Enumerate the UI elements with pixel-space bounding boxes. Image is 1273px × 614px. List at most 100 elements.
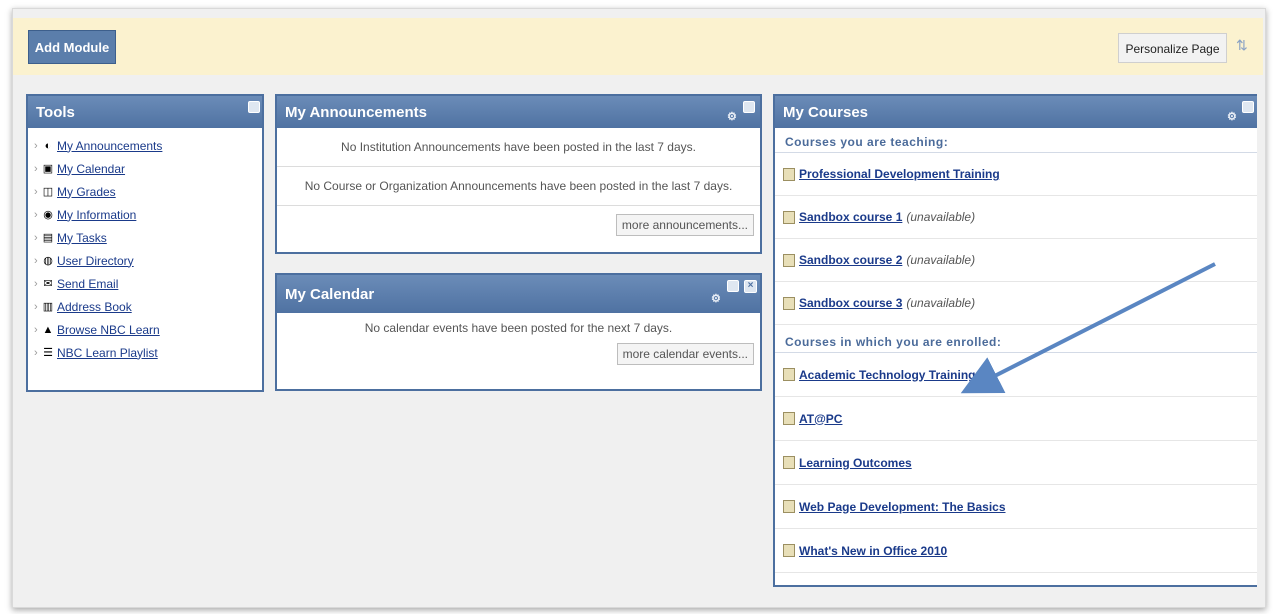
course-link[interactable]: Sandbox course 2 bbox=[799, 253, 902, 267]
teaching-heading: Courses you are teaching: bbox=[775, 128, 1257, 153]
minimize-icon[interactable] bbox=[1242, 101, 1254, 113]
course-row: Web Page Development: The Basics bbox=[775, 485, 1257, 529]
settings-icon[interactable]: ⚙ bbox=[711, 279, 721, 319]
minimize-icon[interactable] bbox=[248, 101, 260, 113]
book-icon bbox=[783, 210, 795, 224]
teaching-course-list: Professional Development Training Sandbox… bbox=[775, 153, 1257, 325]
tools-item-link[interactable]: My Grades bbox=[57, 185, 116, 199]
course-row: Sandbox course 1 (unavailable) bbox=[775, 196, 1257, 239]
settings-icon[interactable]: ⚙ bbox=[1227, 100, 1237, 134]
reorder-icon[interactable]: ⇅ bbox=[1236, 37, 1248, 54]
tools-item-link[interactable]: My Information bbox=[57, 208, 136, 222]
minimize-icon[interactable] bbox=[743, 101, 755, 113]
directory-icon: ◍ bbox=[43, 254, 53, 267]
tools-item[interactable]: › ▤ My Tasks bbox=[28, 226, 262, 249]
announcements-module-title: My Announcements bbox=[285, 104, 427, 121]
email-icon: ✉ bbox=[43, 277, 53, 290]
tools-item-link[interactable]: Browse NBC Learn bbox=[57, 323, 160, 337]
course-status: (unavailable) bbox=[906, 253, 976, 267]
course-row: Professional Development Training bbox=[775, 153, 1257, 196]
tools-item[interactable]: › ▲ Browse NBC Learn bbox=[28, 318, 262, 341]
course-link[interactable]: Professional Development Training bbox=[799, 167, 1000, 181]
course-link[interactable]: What's New in Office 2010 bbox=[799, 544, 947, 558]
tools-module-header: Tools bbox=[28, 96, 262, 128]
chevron-right-icon: › bbox=[34, 300, 38, 313]
information-icon: ◉ bbox=[43, 208, 53, 221]
courses-module-header: My Courses ⚙ bbox=[775, 96, 1257, 128]
tools-item-link[interactable]: Address Book bbox=[57, 300, 132, 314]
tools-item[interactable]: › ▥ Address Book bbox=[28, 295, 262, 318]
chevron-right-icon: › bbox=[34, 231, 38, 244]
tasks-icon: ▤ bbox=[42, 231, 54, 244]
calendar-module-header: My Calendar ⚙ × bbox=[277, 275, 760, 313]
enrolled-course-list: Academic Technology Training AT@PC Learnin… bbox=[775, 353, 1257, 573]
grades-icon: ◫ bbox=[42, 185, 54, 198]
tools-item[interactable]: › ☰ NBC Learn Playlist bbox=[28, 341, 262, 364]
tools-item-link[interactable]: My Announcements bbox=[57, 139, 162, 153]
course-status: (unavailable) bbox=[906, 296, 976, 310]
tools-item[interactable]: › ▣ My Calendar bbox=[28, 157, 262, 180]
address-book-icon: ▥ bbox=[42, 300, 54, 313]
course-link[interactable]: Web Page Development: The Basics bbox=[799, 500, 1006, 514]
course-link[interactable]: Learning Outcomes bbox=[799, 456, 912, 470]
course-row: Sandbox course 3 (unavailable) bbox=[775, 282, 1257, 325]
course-row: What's New in Office 2010 bbox=[775, 529, 1257, 573]
announcement-icon: ◐ bbox=[44, 139, 52, 152]
tools-item[interactable]: › ✉ Send Email bbox=[28, 272, 262, 295]
course-row: Academic Technology Training bbox=[775, 353, 1257, 397]
tools-item[interactable]: › ◉ My Information bbox=[28, 203, 262, 226]
add-module-button[interactable]: Add Module bbox=[28, 30, 116, 64]
personalize-page-button[interactable]: Personalize Page bbox=[1118, 33, 1227, 63]
tools-item[interactable]: › ◫ My Grades bbox=[28, 180, 262, 203]
tools-item-link[interactable]: My Calendar bbox=[57, 162, 125, 176]
course-row: Sandbox course 2 (unavailable) bbox=[775, 239, 1257, 282]
course-link[interactable]: Academic Technology Training bbox=[799, 368, 975, 382]
tools-item[interactable]: › ◍ User Directory bbox=[28, 249, 262, 272]
module-toolbar bbox=[13, 18, 1263, 75]
tools-module-title: Tools bbox=[36, 104, 75, 121]
course-row: AT@PC bbox=[775, 397, 1257, 441]
close-icon[interactable]: × bbox=[744, 280, 757, 293]
tools-item-link[interactable]: NBC Learn Playlist bbox=[57, 346, 158, 360]
chevron-right-icon: › bbox=[34, 254, 38, 267]
enrolled-heading: Courses in which you are enrolled: bbox=[775, 325, 1257, 353]
course-row: Learning Outcomes bbox=[775, 441, 1257, 485]
book-icon bbox=[783, 296, 795, 310]
more-announcements-button[interactable]: more announcements... bbox=[615, 214, 754, 236]
course-link[interactable]: Sandbox course 1 bbox=[799, 210, 902, 224]
announcements-module: My Announcements ⚙ No Institution Announ… bbox=[275, 94, 762, 254]
tools-list: › ◐ My Announcements › ▣ My Calendar › ◫ My Grad… bbox=[28, 128, 262, 364]
more-calendar-events-button[interactable]: more calendar events... bbox=[616, 343, 754, 365]
announcements-module-header: My Announcements ⚙ bbox=[277, 96, 760, 128]
chevron-right-icon: › bbox=[34, 139, 38, 152]
courses-module: My Courses ⚙ Courses you are teaching: P… bbox=[773, 94, 1257, 587]
tools-item-link[interactable]: User Directory bbox=[57, 254, 134, 268]
chevron-right-icon: › bbox=[34, 185, 38, 198]
course-link[interactable]: AT@PC bbox=[799, 412, 842, 426]
book-icon bbox=[783, 253, 795, 267]
playlist-icon: ☰ bbox=[43, 346, 53, 359]
minimize-icon[interactable] bbox=[727, 280, 739, 292]
chevron-right-icon: › bbox=[34, 323, 38, 336]
nbc-icon: ▲ bbox=[42, 323, 54, 336]
book-icon bbox=[783, 500, 795, 513]
institution-announcements-text: No Institution Announcements have been p… bbox=[277, 128, 760, 167]
chevron-right-icon: › bbox=[34, 346, 38, 359]
calendar-empty-text: No calendar events have been posted for … bbox=[364, 321, 673, 335]
calendar-icon: ▣ bbox=[42, 162, 54, 175]
book-icon bbox=[783, 544, 795, 557]
calendar-module: My Calendar ⚙ × No calendar events have … bbox=[275, 273, 762, 391]
course-link[interactable]: Sandbox course 3 bbox=[799, 296, 902, 310]
tools-item-link[interactable]: Send Email bbox=[57, 277, 118, 291]
course-status: (unavailable) bbox=[906, 210, 976, 224]
chevron-right-icon: › bbox=[34, 208, 38, 221]
tools-module: Tools › ◐ My Announcements › ▣ My Calendar › ◫ M… bbox=[26, 94, 264, 392]
tools-item-link[interactable]: My Tasks bbox=[57, 231, 107, 245]
tools-item[interactable]: › ◐ My Announcements bbox=[28, 134, 262, 157]
chevron-right-icon: › bbox=[34, 162, 38, 175]
book-icon bbox=[783, 412, 795, 425]
settings-icon[interactable]: ⚙ bbox=[727, 100, 737, 134]
course-announcements-text: No Course or Organization Announcements … bbox=[277, 167, 760, 206]
book-icon bbox=[783, 167, 795, 181]
courses-module-title: My Courses bbox=[783, 104, 869, 121]
